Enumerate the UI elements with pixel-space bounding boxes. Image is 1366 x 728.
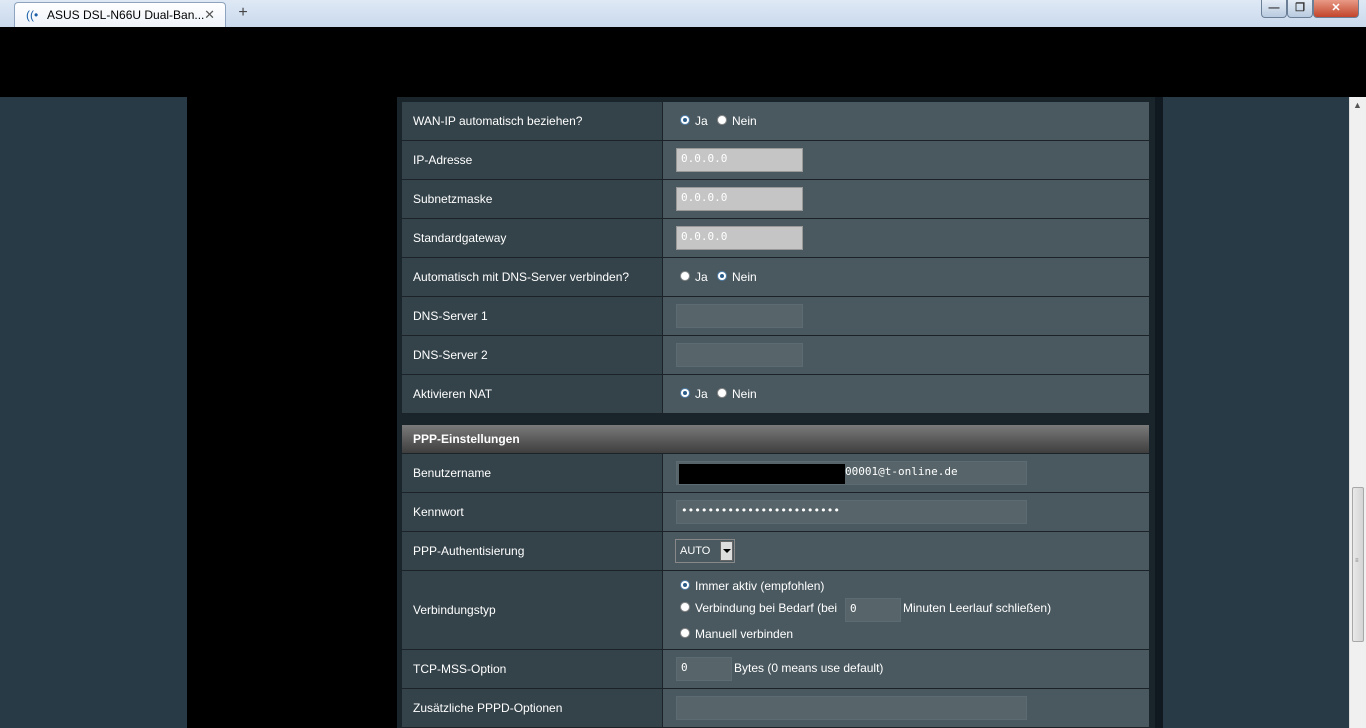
minimize-button[interactable]: — xyxy=(1261,0,1287,18)
mss-suffix: Bytes (0 means use default) xyxy=(734,661,884,675)
pppd-options-input[interactable] xyxy=(676,696,1027,720)
ip-label: IP-Adresse xyxy=(402,141,663,179)
subnet-label: Subnetzmaske xyxy=(402,180,663,218)
password-label: Kennwort xyxy=(402,493,663,531)
gateway-input[interactable]: 0.0.0.0 xyxy=(676,226,803,250)
browser-tab-bar: ((• ASUS DSL-N66U Dual-Ban... ✕ + — ❐ ✕ xyxy=(0,0,1366,28)
dns1-label: DNS-Server 1 xyxy=(402,297,663,335)
row-nat: Aktivieren NAT Ja Nein xyxy=(402,375,1149,414)
nat-no-label: Nein xyxy=(732,387,757,401)
new-tab-button[interactable]: + xyxy=(236,4,250,22)
browser-tab[interactable]: ((• ASUS DSL-N66U Dual-Ban... ✕ xyxy=(14,2,226,27)
auth-label: PPP-Authentisierung xyxy=(402,532,663,570)
subnet-input[interactable]: 0.0.0.0 xyxy=(676,187,803,211)
idle-minutes-input[interactable]: 0 xyxy=(845,598,901,622)
dns1-input[interactable] xyxy=(676,304,803,328)
chevron-down-icon[interactable] xyxy=(720,541,733,561)
nat-label: Aktivieren NAT xyxy=(402,375,663,413)
conn-type-label: Verbindungstyp xyxy=(402,571,663,649)
wifi-icon: ((• xyxy=(26,8,39,22)
auto-ip-yes-radio[interactable] xyxy=(680,115,690,125)
auto-ip-yes-label: Ja xyxy=(695,114,708,128)
dns2-input[interactable] xyxy=(676,343,803,367)
row-ip: IP-Adresse 0.0.0.0 xyxy=(402,141,1149,180)
scrollbar-thumb[interactable]: ≡ xyxy=(1352,487,1364,642)
conn-always-radio[interactable] xyxy=(680,580,690,590)
auto-dns-yes-radio[interactable] xyxy=(680,271,690,281)
row-auth: PPP-Authentisierung AUTO xyxy=(402,532,1149,571)
restore-button[interactable]: ❐ xyxy=(1287,0,1313,18)
row-dns2: DNS-Server 2 xyxy=(402,336,1149,375)
dns2-label: DNS-Server 2 xyxy=(402,336,663,374)
mss-input[interactable]: 0 xyxy=(676,657,732,681)
nat-yes-label: Ja xyxy=(695,387,708,401)
auto-ip-no-radio[interactable] xyxy=(717,115,727,125)
tab-title: ASUS DSL-N66U Dual-Ban... xyxy=(47,8,205,22)
scroll-up-icon[interactable]: ▲ xyxy=(1353,100,1362,110)
conn-always-label: Immer aktiv (empfohlen) xyxy=(695,579,825,593)
ppp-section-header: PPP-Einstellungen xyxy=(402,425,1149,454)
username-input[interactable]: 00001@t-online.de xyxy=(676,461,1027,485)
auto-dns-label: Automatisch mit DNS-Server verbinden? xyxy=(402,258,663,296)
conn-demand-suffix: Minuten Leerlauf schließen) xyxy=(903,601,1052,615)
row-username: Benutzername 00001@t-online.de xyxy=(402,454,1149,493)
auto-ip-no-label: Nein xyxy=(732,114,757,128)
row-subnet: Subnetzmaske 0.0.0.0 xyxy=(402,180,1149,219)
conn-demand-label: Verbindung bei Bedarf (bei xyxy=(695,601,838,615)
row-dns1: DNS-Server 1 xyxy=(402,297,1149,336)
row-pppd: Zusätzliche PPPD-Optionen xyxy=(402,689,1149,728)
row-gateway: Standardgateway 0.0.0.0 xyxy=(402,219,1149,258)
row-auto-ip: WAN-IP automatisch beziehen? Ja Nein xyxy=(402,102,1149,141)
vertical-scrollbar[interactable]: ▲ ≡ xyxy=(1349,97,1366,728)
wan-ip-table: WAN-IP automatisch beziehen? Ja Nein IP-… xyxy=(402,102,1149,414)
password-input[interactable]: •••••••••••••••••••••••• xyxy=(676,500,1027,524)
close-tab-icon[interactable]: ✕ xyxy=(204,7,215,23)
nat-yes-radio[interactable] xyxy=(680,388,690,398)
redaction-block xyxy=(679,464,845,484)
auto-dns-yes-label: Ja xyxy=(695,270,708,284)
gateway-label: Standardgateway xyxy=(402,219,663,257)
ppp-settings-table: PPP-Einstellungen Benutzername 00001@t-o… xyxy=(402,425,1149,728)
left-menu-column xyxy=(187,97,397,728)
row-mss: TCP-MSS-Option 0 Bytes (0 means use defa… xyxy=(402,650,1149,689)
pppd-label: Zusätzliche PPPD-Optionen xyxy=(402,689,663,727)
row-password: Kennwort •••••••••••••••••••••••• xyxy=(402,493,1149,532)
panel-edge xyxy=(1155,97,1163,728)
auth-select[interactable]: AUTO xyxy=(675,539,735,563)
row-auto-dns: Automatisch mit DNS-Server verbinden? Ja… xyxy=(402,258,1149,297)
auto-dns-no-label: Nein xyxy=(732,270,757,284)
auth-selected-value: AUTO xyxy=(680,545,711,557)
ip-address-input[interactable]: 0.0.0.0 xyxy=(676,148,803,172)
auto-dns-no-radio[interactable] xyxy=(717,271,727,281)
conn-demand-radio[interactable] xyxy=(680,602,690,612)
row-conn-type: Verbindungstyp Immer aktiv (empfohlen) V… xyxy=(402,571,1149,650)
conn-manual-label: Manuell verbinden xyxy=(695,627,794,641)
username-label: Benutzername xyxy=(402,454,663,492)
window-close-button[interactable]: ✕ xyxy=(1313,0,1359,18)
mss-label: TCP-MSS-Option xyxy=(402,650,663,688)
nat-no-radio[interactable] xyxy=(717,388,727,398)
username-visible-text: 00001@t-online.de xyxy=(845,465,958,478)
conn-manual-radio[interactable] xyxy=(680,628,690,638)
auto-ip-label: WAN-IP automatisch beziehen? xyxy=(402,102,663,140)
top-banner xyxy=(0,27,1366,97)
